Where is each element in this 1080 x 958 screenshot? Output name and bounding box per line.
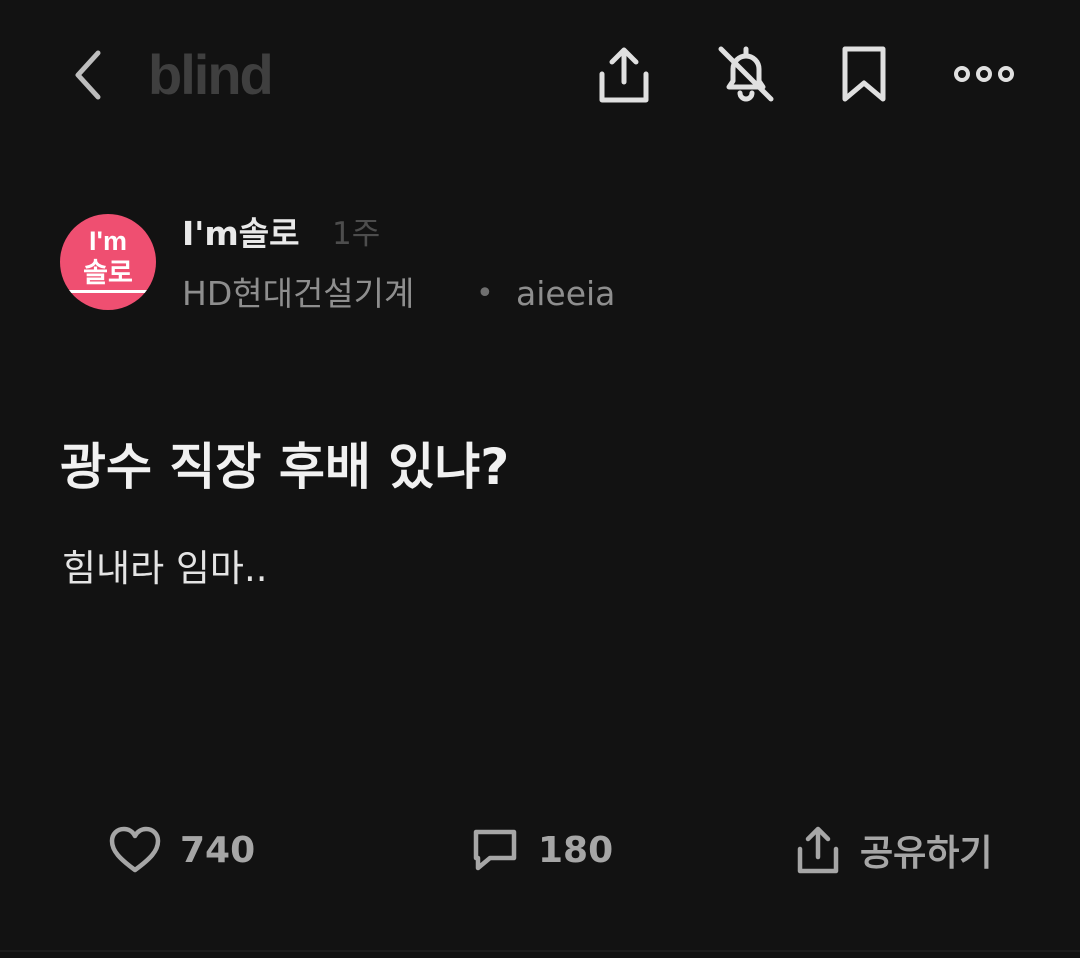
chevron-left-icon	[75, 50, 101, 100]
bottom-divider	[0, 950, 1080, 952]
bookmark-icon	[842, 46, 886, 102]
share-icon	[599, 47, 649, 103]
comment-button[interactable]: 180	[470, 810, 613, 890]
author-nickname: aieeia	[516, 274, 616, 313]
top-bar: blind	[0, 0, 1080, 150]
more-icon	[954, 66, 1014, 82]
author-name[interactable]: I'm솔로	[182, 212, 300, 256]
back-button[interactable]	[62, 45, 114, 105]
like-count: 740	[180, 829, 256, 871]
bookmark-button[interactable]	[830, 40, 898, 108]
like-button[interactable]: 740	[108, 810, 255, 890]
comment-icon	[473, 829, 517, 871]
notification-off-button[interactable]	[712, 40, 780, 108]
share-post-button[interactable]: 공유하기	[794, 810, 992, 890]
heart-icon	[109, 826, 161, 873]
share-button[interactable]	[590, 40, 658, 108]
post-title: 광수 직장 후배 있냐?	[60, 438, 510, 496]
post-time: 1주	[332, 216, 381, 252]
share-label: 공유하기	[860, 833, 993, 874]
share-icon	[797, 826, 839, 874]
avatar-line-1: I'm	[89, 226, 127, 256]
avatar[interactable]: I'm 솔로	[60, 214, 156, 310]
avatar-underline	[68, 290, 148, 293]
separator-dot: •	[476, 276, 494, 311]
post-actions: 740 180 공유하기	[0, 810, 1080, 890]
post-body: 힘내라 임마..	[62, 547, 268, 590]
author-company[interactable]: HD현대건설기계	[182, 272, 414, 316]
comment-count: 180	[538, 829, 614, 871]
blind-logo: blind	[148, 43, 274, 106]
author-info: I'm 솔로 I'm솔로 1주 HD현대건설기계 • aieeia	[60, 208, 1020, 318]
more-options-button[interactable]	[950, 40, 1018, 108]
post-screen: blind I'm 솔로 I'm솔로 1주 HD현대건설기계 • aieeia …	[0, 0, 1080, 958]
avatar-line-2: 솔로	[83, 258, 133, 289]
bell-off-icon	[718, 46, 774, 102]
